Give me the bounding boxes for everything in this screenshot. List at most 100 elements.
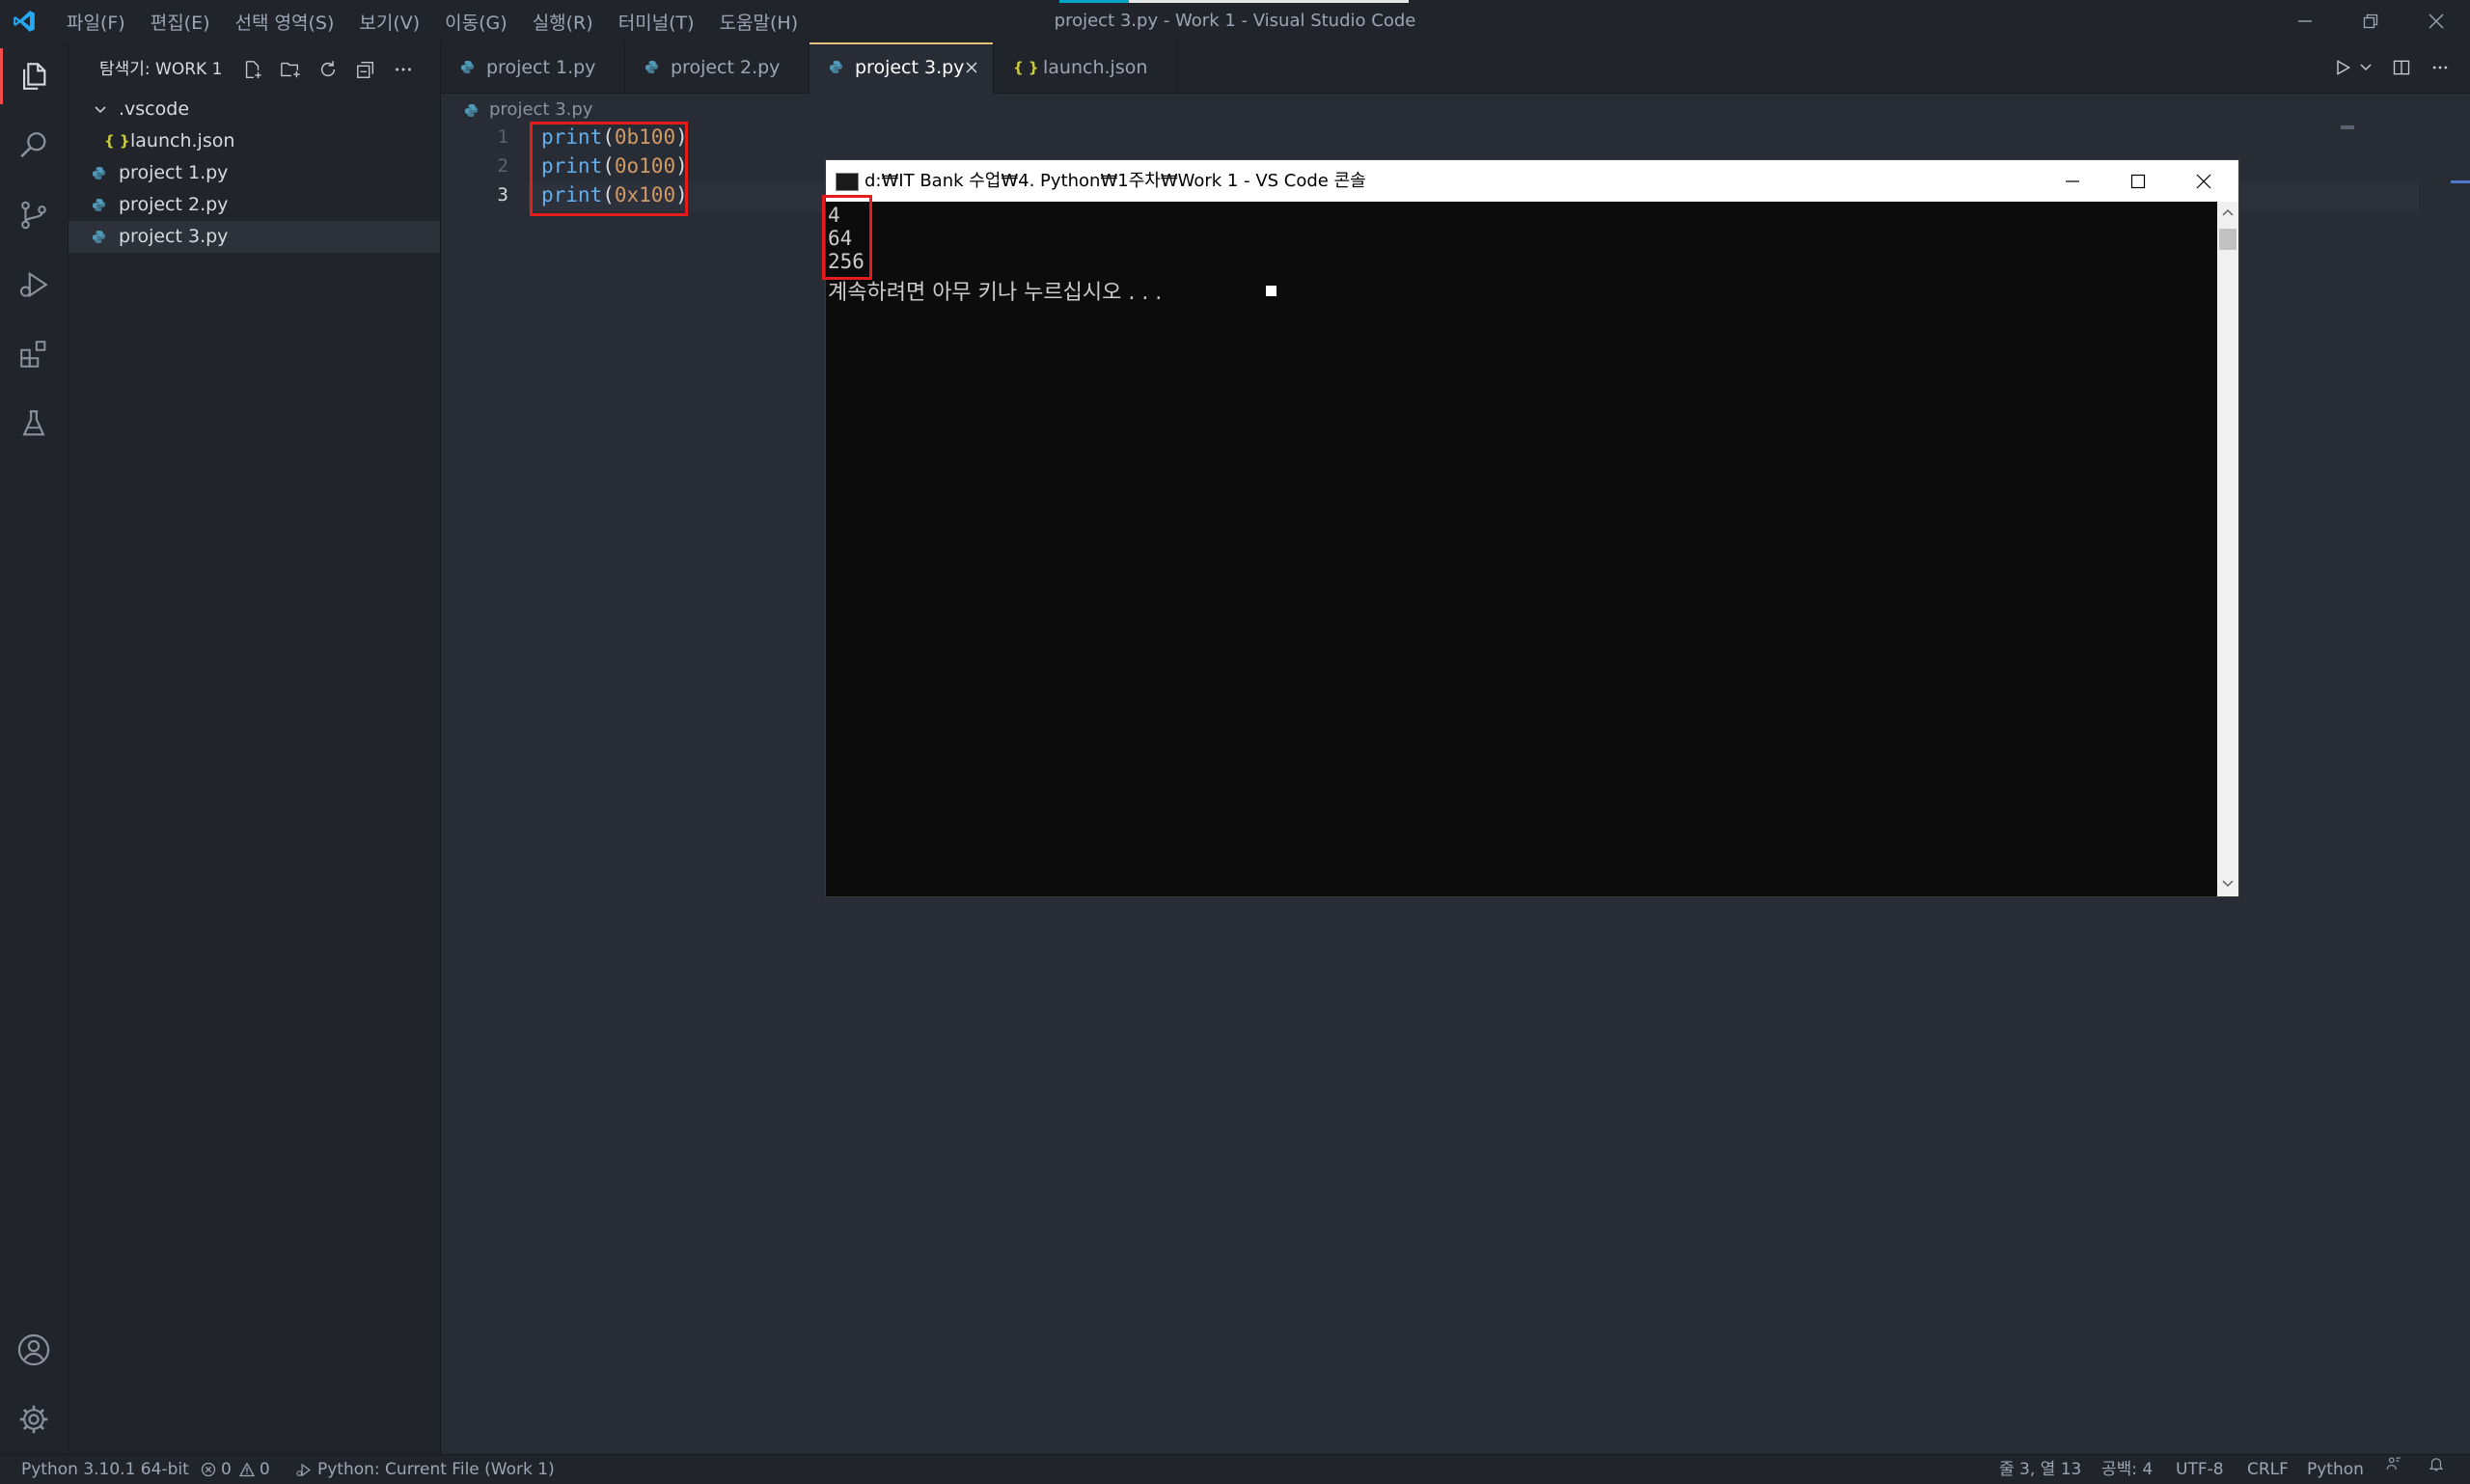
python-file-icon <box>92 230 106 244</box>
tree-item-label: launch.json <box>130 130 235 151</box>
console-minimize-button[interactable] <box>2040 160 2105 202</box>
close-icon <box>2196 174 2211 188</box>
status-run-config[interactable]: Python: Current File (Work 1) <box>295 1455 555 1484</box>
status-notifications[interactable] <box>2428 1455 2445 1472</box>
restore-button[interactable] <box>2338 0 2403 42</box>
run-debug-icon <box>19 271 48 298</box>
line-number: 2 <box>497 155 508 177</box>
menu-help[interactable]: 도움말(H) <box>707 9 811 35</box>
minimize-icon <box>2066 179 2079 182</box>
status-feedback[interactable] <box>2385 1455 2402 1472</box>
explorer-sidebar: 탐색기: WORK 1 .vscode { } launch.json proj… <box>69 42 441 1454</box>
tree-item-project3[interactable]: project 3.py <box>69 221 440 253</box>
console-output-area[interactable]: 4 64 256 계속하려면 아무 키나 누르십시오 . . . <box>822 195 2215 896</box>
python-file-icon <box>464 103 479 118</box>
extensions-icon <box>20 341 46 368</box>
collapse-all-button[interactable] <box>352 56 379 83</box>
console-title-bar[interactable]: d:₩IT Bank 수업₩4. Python₩1주차₩Work 1 - VS … <box>826 160 2238 202</box>
tab-close-icon[interactable] <box>965 61 978 74</box>
tab-project1[interactable]: project 1.py <box>441 42 625 93</box>
tree-item-vscode-folder[interactable]: .vscode <box>69 94 440 125</box>
search-button[interactable] <box>0 112 68 179</box>
debug-config-icon <box>296 1463 311 1476</box>
explorer-button[interactable] <box>0 42 68 110</box>
manage-button[interactable] <box>0 1386 68 1453</box>
tab-label: project 2.py <box>671 57 781 78</box>
refresh-button[interactable] <box>315 56 342 83</box>
run-debug-button[interactable] <box>0 251 68 318</box>
tree-item-label: project 3.py <box>119 226 229 247</box>
python-file-icon <box>645 60 659 74</box>
new-file-button[interactable] <box>239 56 266 83</box>
tab-project3[interactable]: project 3.py <box>810 42 994 94</box>
menu-selection[interactable]: 선택 영역(S) <box>223 9 347 35</box>
accounts-button[interactable] <box>0 1316 68 1384</box>
editor-more-button[interactable] <box>2427 54 2454 81</box>
status-language[interactable]: Python <box>2307 1455 2364 1484</box>
run-python-file-button[interactable] <box>2329 54 2356 81</box>
console-window[interactable]: d:₩IT Bank 수업₩4. Python₩1주차₩Work 1 - VS … <box>822 159 2239 897</box>
tree-item-label: .vscode <box>119 98 190 120</box>
status-indentation[interactable]: 공백: 4 <box>2101 1455 2153 1484</box>
status-bar: Python 3.10.1 64-bit 0 0 Python: Current… <box>0 1454 2470 1484</box>
overview-ruler-marker <box>2451 180 2470 183</box>
breadcrumb-file: project 3.py <box>489 99 593 120</box>
menu-run[interactable]: 실행(R) <box>520 9 606 35</box>
bell-icon <box>2429 1458 2444 1471</box>
status-problems[interactable]: 0 0 <box>201 1455 270 1484</box>
maximize-icon <box>2130 174 2146 188</box>
line-number: 1 <box>497 126 508 148</box>
collapse-all-icon <box>357 61 374 78</box>
status-interpreter[interactable]: Python 3.10.1 64-bit <box>21 1455 189 1484</box>
vscode-logo-icon <box>14 11 35 32</box>
console-cursor <box>1266 286 1276 296</box>
status-warning-count: 0 <box>259 1460 270 1479</box>
title-accent-bar <box>1059 0 1409 3</box>
console-scroll-thumb[interactable] <box>2219 229 2237 250</box>
chevron-down-icon[interactable] <box>2222 879 2234 889</box>
flask-icon <box>22 410 45 436</box>
search-icon <box>20 132 46 158</box>
run-options-dropdown[interactable] <box>2357 56 2374 79</box>
tab-label: project 1.py <box>486 57 596 78</box>
testing-button[interactable] <box>0 390 68 457</box>
source-control-button[interactable] <box>0 181 68 249</box>
menu-view[interactable]: 보기(V) <box>346 9 432 35</box>
menu-go[interactable]: 이동(G) <box>432 9 520 35</box>
close-window-button[interactable] <box>2403 0 2469 42</box>
restore-icon <box>2363 14 2378 29</box>
status-encoding[interactable]: UTF-8 <box>2176 1455 2224 1484</box>
status-run-config-label: Python: Current File (Work 1) <box>317 1460 555 1479</box>
status-cursor-position[interactable]: 줄 3, 열 13 <box>1999 1455 2081 1484</box>
console-maximize-button[interactable] <box>2105 160 2171 202</box>
extensions-button[interactable] <box>0 320 68 388</box>
menu-edit[interactable]: 편집(E) <box>138 9 223 35</box>
explorer-more-button[interactable] <box>390 56 417 83</box>
close-icon <box>2429 14 2444 29</box>
menu-terminal[interactable]: 터미널(T) <box>606 9 707 35</box>
tree-item-launch-json[interactable]: { } launch.json <box>69 125 440 157</box>
python-file-icon <box>460 60 475 74</box>
account-icon <box>17 1333 50 1366</box>
tab-bar: project 1.py project 2.py project 3.py {… <box>441 42 2470 94</box>
new-folder-button[interactable] <box>277 56 304 83</box>
minimize-button[interactable] <box>2272 0 2338 42</box>
menu-file[interactable]: 파일(F) <box>54 9 138 35</box>
split-editor-button[interactable] <box>2388 54 2415 81</box>
tree-item-project1[interactable]: project 1.py <box>69 157 440 189</box>
error-icon <box>201 1462 216 1477</box>
tree-item-project2[interactable]: project 2.py <box>69 189 440 221</box>
code-highlight-box <box>530 122 688 216</box>
tab-launch-json[interactable]: { } launch.json <box>994 42 1178 93</box>
menu-bar: 파일(F) 편집(E) 선택 영역(S) 보기(V) 이동(G) 실행(R) 터… <box>54 0 810 42</box>
refresh-icon <box>320 61 336 77</box>
console-close-button[interactable] <box>2171 160 2237 202</box>
title-bar: 파일(F) 편집(E) 선택 영역(S) 보기(V) 이동(G) 실행(R) 터… <box>0 0 2470 43</box>
chevron-up-icon[interactable] <box>2222 207 2234 217</box>
minimap[interactable] <box>2341 125 2354 129</box>
tab-project2[interactable]: project 2.py <box>625 42 810 93</box>
status-eol[interactable]: CRLF <box>2247 1455 2289 1484</box>
line-number: 3 <box>497 184 508 206</box>
new-folder-icon <box>281 62 300 78</box>
console-scrollbar[interactable] <box>2217 202 2238 896</box>
